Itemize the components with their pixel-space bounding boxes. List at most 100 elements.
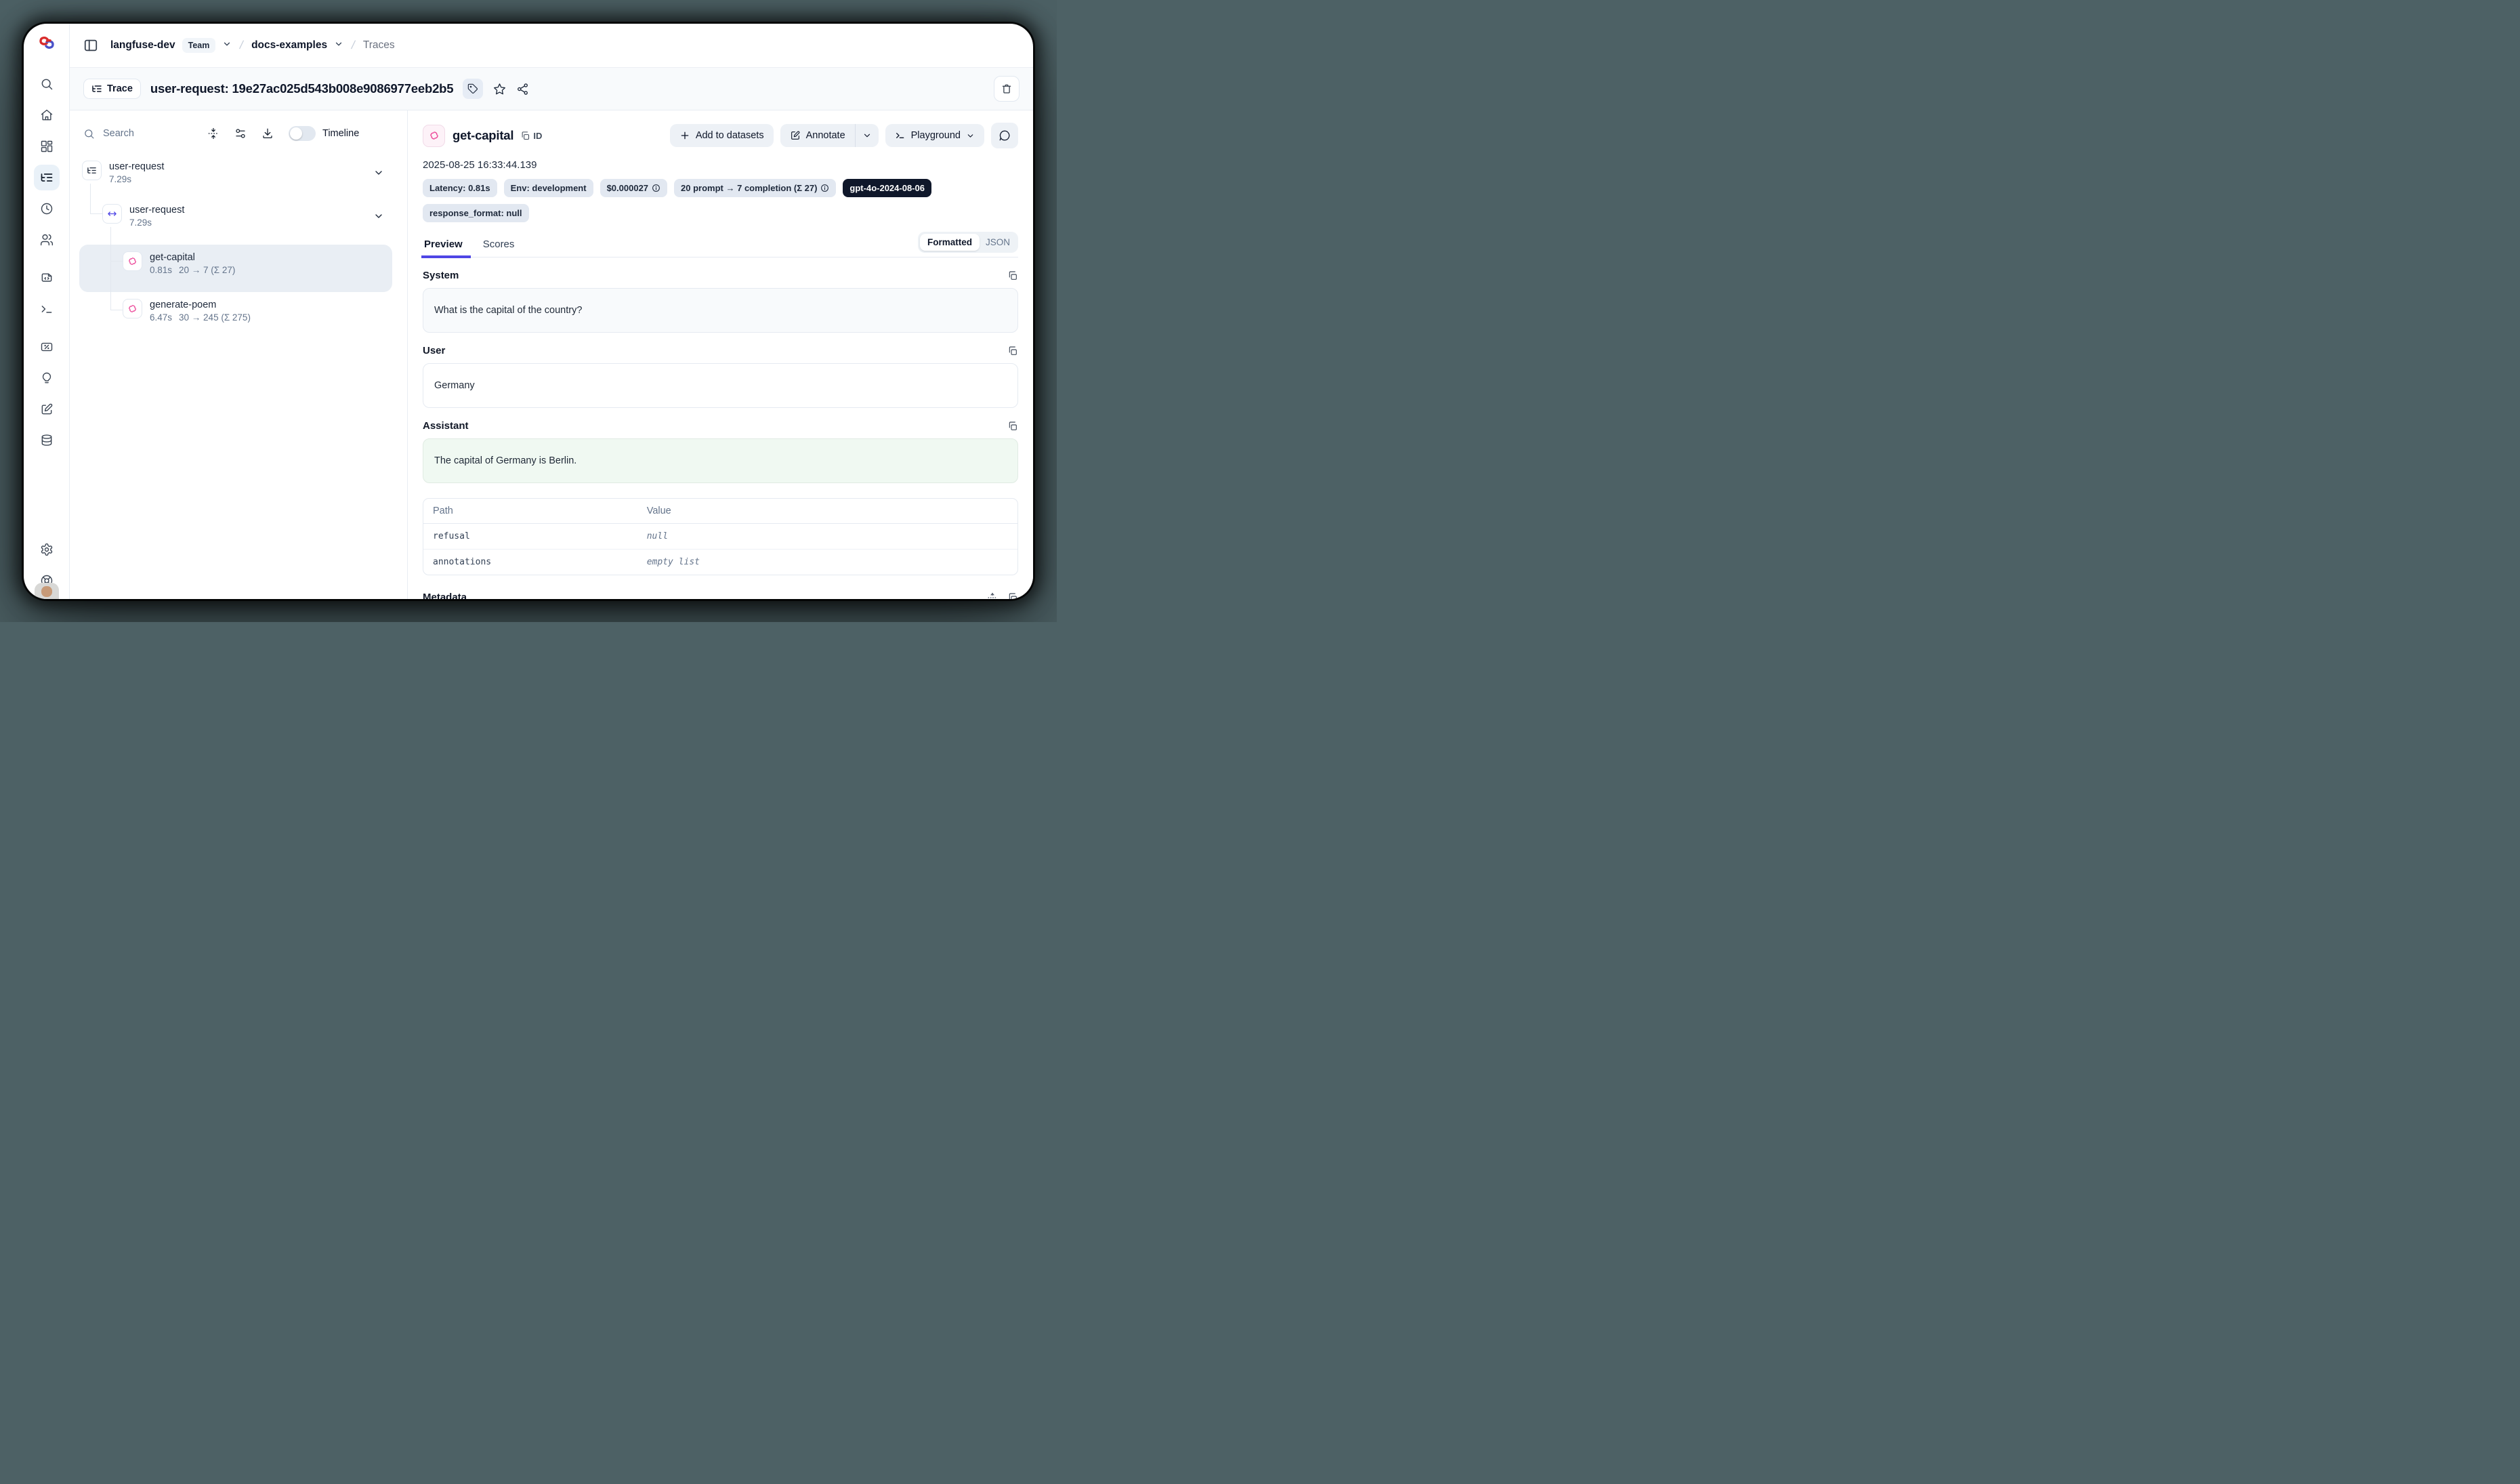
assistant-section: Assistant The capital of Germany is Berl… [423,420,1018,483]
node-tokens: 30 → 245 (Σ 275) [179,312,251,323]
user-avatar[interactable] [35,583,59,599]
sidebar-item-settings[interactable] [34,537,60,562]
observation-title: get-capital [453,128,513,143]
sidebar [24,24,70,599]
sidebar-item-dashboard[interactable] [34,133,60,159]
observation-timestamp: 2025-08-25 16:33:44.139 [423,159,1018,171]
annotate-button[interactable]: Annotate [780,124,855,147]
breadcrumb-separator: / [350,39,356,52]
latency-badge: Latency: 0.81s [423,179,497,197]
chevron-down-icon[interactable] [373,167,384,182]
model-badge[interactable]: gpt-4o-2024-08-06 [843,179,931,197]
collapse-all-icon[interactable] [207,127,219,140]
generation-icon [123,299,142,318]
output-path-table: Path Value refusal null annotations empt… [423,498,1018,575]
metadata-label: Metadata [423,592,467,599]
tree-node-get-capital[interactable]: get-capital0.81s20 → 7 (Σ 27) [123,251,235,276]
sidebar-toggle-icon[interactable] [83,38,98,53]
trace-tree-panel: Timeline user-request 7.29s [70,110,408,599]
user-message: Germany [423,363,1018,408]
annotate-label: Annotate [806,130,845,141]
timeline-label: Timeline [322,128,359,139]
sidebar-item-users[interactable] [34,227,60,253]
generation-icon [423,125,445,147]
sidebar-item-annotation-queues[interactable] [34,396,60,422]
breadcrumb-separator: / [238,39,245,52]
node-duration: 7.29s [129,218,152,228]
sidebar-item-tracing[interactable] [34,165,60,190]
breadcrumb-project[interactable]: langfuse-dev [110,39,175,51]
tree-node-user-request[interactable]: user-request 7.29s [82,161,164,186]
node-duration: 7.29s [109,174,131,184]
node-tokens: 20 → 7 (Σ 27) [179,265,235,275]
sidebar-item-scores[interactable] [34,334,60,360]
timeline-toggle[interactable] [289,126,316,141]
tokens-badge[interactable]: 20 prompt → 7 completion (Σ 27) [674,179,836,197]
tag-button[interactable] [463,79,483,99]
annotate-menu-chevron[interactable] [856,124,879,147]
playground-label: Playground [911,130,961,141]
star-button[interactable] [493,83,506,96]
sidebar-item-playground[interactable] [34,296,60,322]
system-label: System [423,270,459,281]
download-icon[interactable] [261,127,274,140]
value-cell: null [637,524,1017,550]
badges-row: Latency: 0.81s Env: development $0.00002… [423,179,938,222]
tokens-value: 20 prompt → 7 completion (Σ 27) [681,183,817,193]
copy-icon[interactable] [1007,270,1018,281]
add-to-datasets-button[interactable]: Add to datasets [670,124,774,147]
table-header-value: Value [637,499,1017,524]
sidebar-item-datasets[interactable] [34,428,60,453]
copy-icon[interactable] [1007,592,1018,600]
trace-tree: user-request 7.29s user-request 7.29s get-… [79,161,407,599]
observation-detail-panel: get-capital ID Add to datasets [408,110,1033,599]
comments-button[interactable] [991,123,1018,148]
copy-icon[interactable] [1007,421,1018,432]
node-label: generate-poem [150,300,216,310]
format-option-formatted[interactable]: Formatted [920,234,980,251]
tab-preview[interactable]: Preview [423,234,464,257]
tree-node-user-request-span[interactable]: user-request 7.29s [102,204,184,229]
system-message: What is the capital of the country? [423,288,1018,333]
view-settings-icon[interactable] [234,127,247,140]
chevron-down-icon[interactable] [334,39,343,52]
search-input[interactable] [102,127,192,140]
cost-badge[interactable]: $0.000027 [600,179,667,197]
sidebar-item-home[interactable] [34,102,60,128]
breadcrumb-page[interactable]: Traces [363,39,395,51]
chevron-down-icon[interactable] [222,39,232,52]
id-label: ID [533,131,542,141]
node-duration: 6.47s [150,312,172,323]
trace-icon [82,161,102,180]
trace-title: user-request: 19e27ac025d543b008e9086977… [150,81,453,96]
app-window: langfuse-dev Team / docs-examples / Trac… [24,24,1033,599]
breadcrumb-section[interactable]: docs-examples [251,39,327,51]
user-section: User Germany [423,345,1018,408]
desktop-backdrop: langfuse-dev Team / docs-examples / Trac… [0,0,1057,622]
copy-id-button[interactable]: ID [520,131,542,141]
expand-icon[interactable] [987,592,998,600]
top-nav: langfuse-dev Team / docs-examples / Trac… [70,24,1033,68]
metadata-section: Metadata [423,592,1018,599]
sidebar-item-sessions[interactable] [34,196,60,222]
observation-header: get-capital ID Add to datasets [423,123,1018,148]
tree-search-row: Timeline [70,121,407,146]
copy-icon[interactable] [1007,346,1018,356]
sidebar-item-evaluation[interactable] [34,365,60,391]
table-row: annotations empty list [423,550,1017,575]
playground-button[interactable]: Playground [885,124,984,147]
node-label: user-request [109,161,164,172]
delete-trace-button[interactable] [994,76,1020,102]
tree-node-generate-poem[interactable]: generate-poem 6.47s 30 → 245 (Σ 275) [123,299,251,324]
value-cell: empty list [637,550,1017,575]
tab-scores[interactable]: Scores [482,234,516,257]
node-label: user-request [129,205,184,215]
sidebar-item-search[interactable] [34,71,60,97]
search-icon [83,128,95,140]
trace-type-label: Trace [107,83,133,94]
cost-value: $0.000027 [607,183,648,193]
format-option-json[interactable]: JSON [980,234,1016,251]
chevron-down-icon[interactable] [373,211,384,225]
sidebar-item-prompts[interactable] [34,265,60,291]
share-button[interactable] [516,83,529,96]
